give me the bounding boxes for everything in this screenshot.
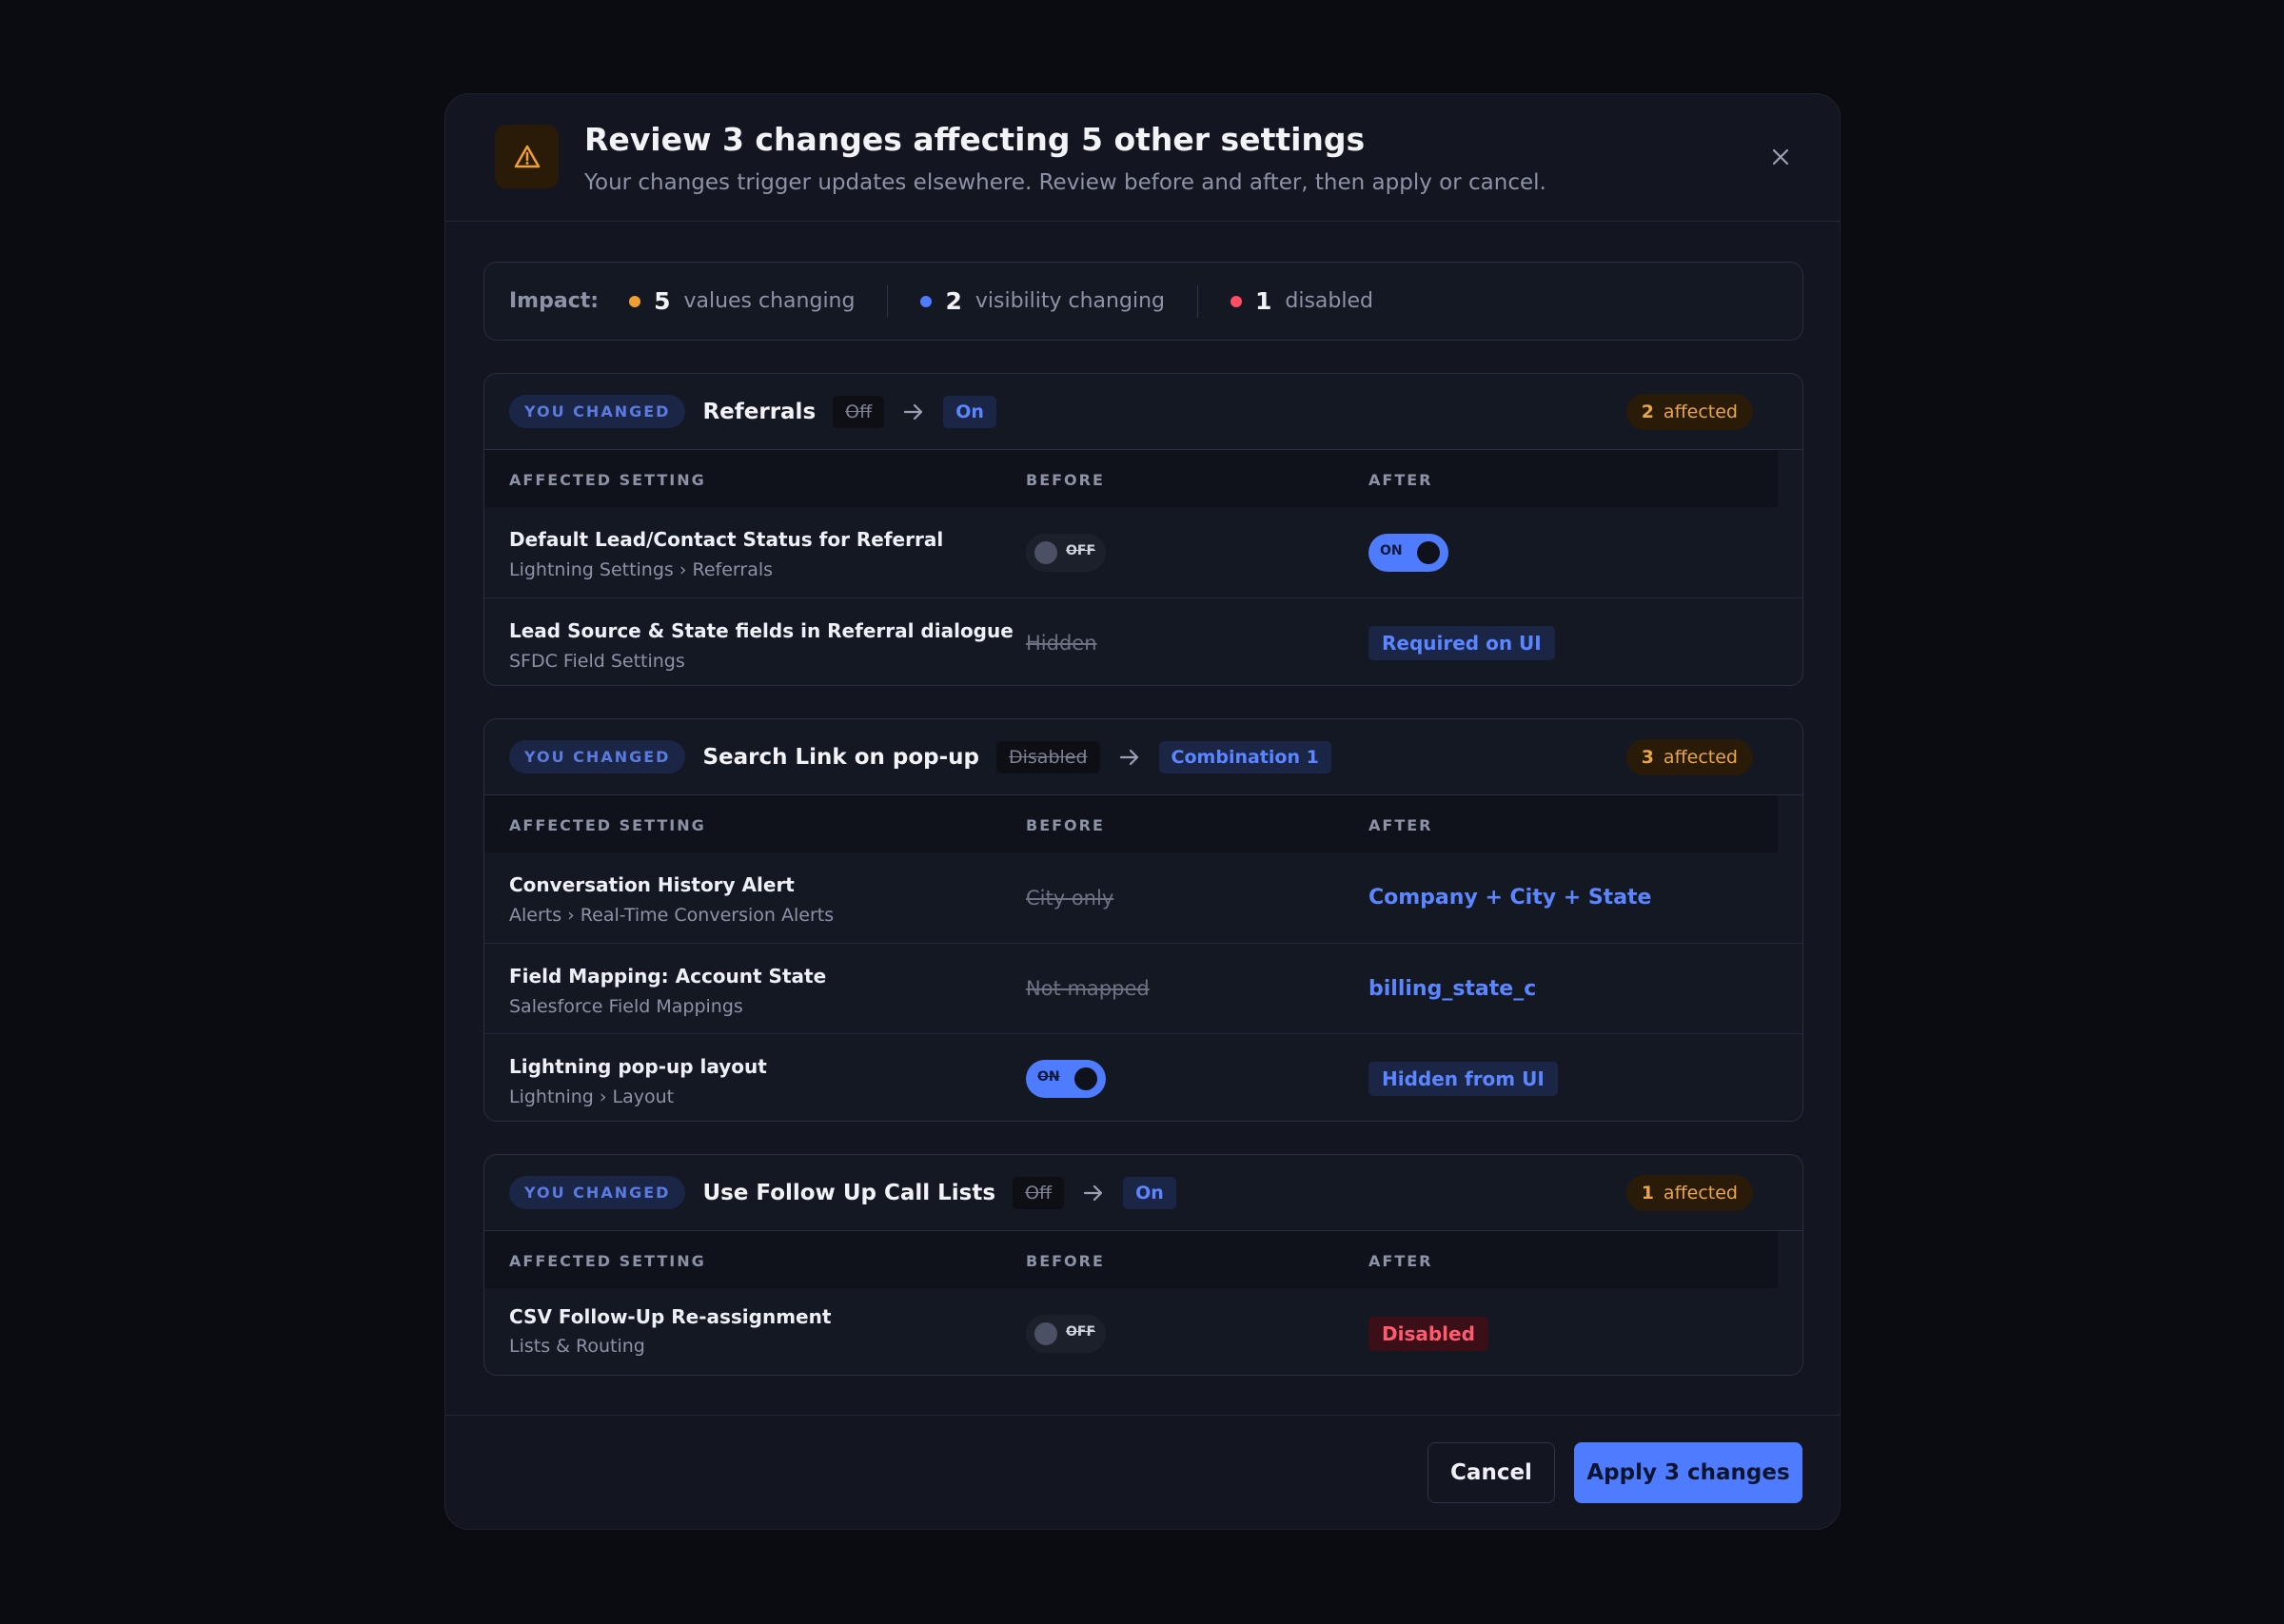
change-group-referrals: YOU CHANGED Referrals Off On 2 affected …	[483, 373, 1803, 686]
visibility-changing-count: 2	[945, 287, 962, 315]
disabled-text: disabled	[1285, 289, 1373, 313]
you-changed-tag: YOU CHANGED	[509, 740, 686, 773]
old-value: Off	[833, 395, 885, 428]
affected-count: 1	[1641, 1183, 1654, 1203]
changed-setting-name: Referrals	[702, 399, 817, 424]
new-value: On	[1123, 1176, 1176, 1209]
table-header: AFFECTED SETTING BEFORE AFTER	[484, 1231, 1778, 1288]
col-after: AFTER	[1368, 471, 1433, 489]
col-before: BEFORE	[1026, 471, 1105, 489]
col-affected-setting: AFFECTED SETTING	[509, 816, 706, 834]
before-toggle-off: OFF	[1026, 533, 1106, 572]
col-affected-setting: AFFECTED SETTING	[509, 471, 706, 489]
before-toggle-off: OFF	[1026, 1314, 1106, 1353]
affected-label: affected	[1663, 1183, 1738, 1203]
setting-path: Alerts › Real-Time Conversion Alerts	[509, 905, 835, 926]
impact-summary: Impact: 5 values changing 2 visibility c…	[483, 262, 1803, 341]
close-icon[interactable]	[1765, 142, 1796, 172]
after-value: Hidden from UI	[1368, 1062, 1558, 1096]
affected-label: affected	[1663, 401, 1738, 422]
affected-count-badge: 2 affected	[1625, 394, 1753, 430]
cancel-button[interactable]: Cancel	[1428, 1442, 1555, 1503]
change-group-header: YOU CHANGED Search Link on pop-up Disabl…	[484, 719, 1802, 795]
setting-path: Lightning › Layout	[509, 1086, 675, 1107]
dialog-footer: Cancel Apply 3 changes	[445, 1415, 1840, 1529]
dialog-title: Review 3 changes affecting 5 other setti…	[584, 121, 1366, 158]
col-affected-setting: AFFECTED SETTING	[509, 1252, 706, 1270]
visibility-changing-text: visibility changing	[975, 289, 1165, 313]
table-row: Lightning pop-up layout Lightning › Layo…	[484, 1033, 1802, 1121]
setting-name: Lead Source & State fields in Referral d…	[509, 619, 1014, 642]
after-value: billing_state_c	[1368, 976, 1537, 1001]
table-row: Conversation History Alert Alerts › Real…	[484, 852, 1802, 943]
change-group-header: YOU CHANGED Referrals Off On 2 affected	[484, 374, 1802, 450]
warning-triangle-icon	[495, 125, 559, 188]
after-value: Disabled	[1368, 1316, 1488, 1351]
affected-count: 3	[1641, 747, 1654, 768]
before-value: Hidden	[1026, 632, 1097, 655]
col-before: BEFORE	[1026, 816, 1105, 834]
you-changed-tag: YOU CHANGED	[509, 1176, 686, 1209]
table-header: AFFECTED SETTING BEFORE AFTER	[484, 450, 1778, 507]
affected-count-badge: 3 affected	[1625, 739, 1753, 775]
setting-path: Lists & Routing	[509, 1336, 645, 1357]
changed-setting-name: Search Link on pop-up	[702, 744, 979, 770]
you-changed-tag: YOU CHANGED	[509, 395, 686, 428]
change-group-follow-up-call-lists: YOU CHANGED Use Follow Up Call Lists Off…	[483, 1154, 1803, 1376]
table-header: AFFECTED SETTING BEFORE AFTER	[484, 795, 1778, 852]
arrow-right-icon	[1083, 1184, 1104, 1202]
col-before: BEFORE	[1026, 1252, 1105, 1270]
change-group-search-link: YOU CHANGED Search Link on pop-up Disabl…	[483, 718, 1803, 1122]
after-value: Company + City + State	[1368, 886, 1652, 910]
impact-label: Impact:	[509, 289, 600, 313]
table-row: CSV Follow-Up Re-assignment Lists & Rout…	[484, 1288, 1802, 1375]
visibility-changing-dot	[920, 295, 933, 307]
new-value: On	[943, 395, 996, 428]
affected-count-badge: 1 affected	[1625, 1175, 1753, 1211]
change-group-header: YOU CHANGED Use Follow Up Call Lists Off…	[484, 1155, 1802, 1231]
divider	[1196, 284, 1198, 318]
setting-name: Lightning pop-up layout	[509, 1055, 767, 1078]
values-changing-text: values changing	[683, 289, 856, 313]
setting-name: Default Lead/Contact Status for Referral	[509, 528, 944, 551]
arrow-right-icon	[1119, 749, 1140, 766]
review-changes-dialog: Review 3 changes affecting 5 other setti…	[444, 93, 1841, 1530]
setting-name: Conversation History Alert	[509, 873, 795, 896]
col-after: AFTER	[1368, 816, 1433, 834]
table-row: Default Lead/Contact Status for Referral…	[484, 507, 1802, 597]
disabled-dot	[1230, 295, 1242, 307]
new-value: Combination 1	[1158, 740, 1331, 773]
changed-setting-name: Use Follow Up Call Lists	[702, 1180, 996, 1205]
table-row: Lead Source & State fields in Referral d…	[484, 597, 1802, 685]
setting-path: Lightning Settings › Referrals	[509, 559, 774, 580]
dialog-subtitle: Your changes trigger updates elsewhere. …	[584, 170, 1546, 195]
setting-path: Salesforce Field Mappings	[509, 996, 743, 1017]
affected-label: affected	[1663, 747, 1738, 768]
affected-count: 2	[1641, 401, 1654, 422]
old-value: Disabled	[996, 740, 1100, 773]
setting-path: SFDC Field Settings	[509, 651, 685, 672]
values-changing-count: 5	[654, 287, 671, 315]
old-value: Off	[1013, 1176, 1065, 1209]
dialog-header: Review 3 changes affecting 5 other setti…	[445, 94, 1840, 222]
values-changing-dot	[629, 295, 641, 307]
arrow-right-icon	[903, 403, 924, 421]
before-toggle-on: ON	[1026, 1060, 1106, 1098]
after-toggle-on: ON	[1368, 533, 1448, 572]
apply-changes-button[interactable]: Apply 3 changes	[1574, 1442, 1802, 1503]
disabled-count: 1	[1254, 287, 1272, 315]
setting-name: Field Mapping: Account State	[509, 965, 827, 988]
setting-name: CSV Follow-Up Re-assignment	[509, 1305, 832, 1328]
divider	[887, 284, 889, 318]
before-value: City only	[1026, 886, 1114, 910]
col-after: AFTER	[1368, 1252, 1433, 1270]
table-row: Field Mapping: Account State Salesforce …	[484, 943, 1802, 1033]
after-value: Required on UI	[1368, 626, 1555, 660]
before-value: Not mapped	[1026, 977, 1150, 1000]
